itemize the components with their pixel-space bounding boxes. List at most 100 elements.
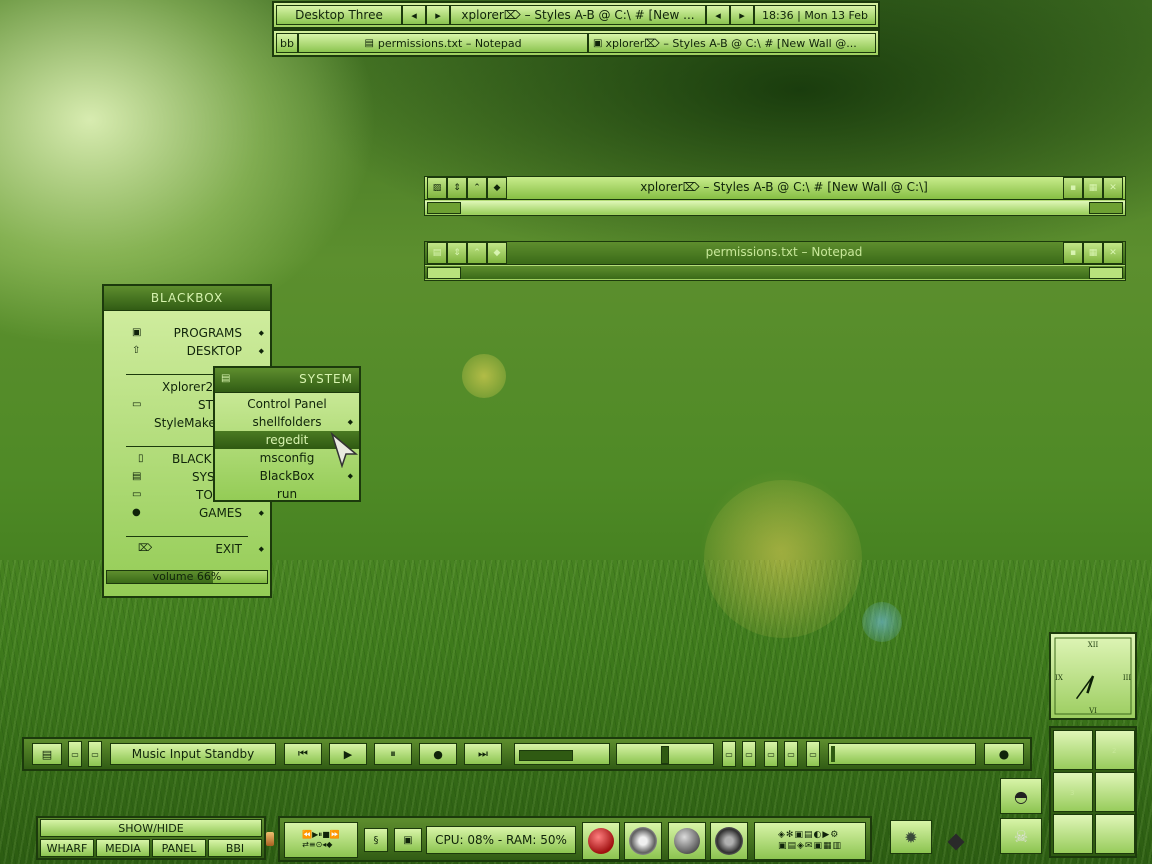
notepad-titlebar[interactable]: ▤ ⇕ ⌃ ◆ permissions.txt – Notepad ▪ ▦ ✕ xyxy=(425,242,1125,265)
dock-systray[interactable]: ◈✻▣▤◐▶⚙ ▣▤◈✉▣▦▥ xyxy=(754,822,866,860)
menu-item-label: GAMES xyxy=(198,506,242,520)
pause-icon: ⏸ xyxy=(390,747,396,760)
pager-desk-number: 2 xyxy=(1112,747,1117,755)
toolbar-window-title[interactable]: xplorer⌦ – Styles A-B @ C:\ # [New ... xyxy=(450,5,706,25)
media-toggle-g[interactable]: ▭ xyxy=(806,741,820,767)
tab-wharf[interactable]: WHARF xyxy=(40,839,94,857)
menu-item-exit[interactable]: ⌦ EXIT ◆ xyxy=(104,540,270,558)
media-toggle-b[interactable]: ▭ xyxy=(88,741,102,767)
tab-bbi[interactable]: BBI xyxy=(208,839,262,857)
dock-skull-button[interactable]: ☠ xyxy=(1000,818,1042,854)
submenu-item-shellfolders[interactable]: shellfolders ◆ xyxy=(215,413,359,431)
notepad-raise-button[interactable]: ⌃ xyxy=(467,242,487,264)
dock-disk-grey[interactable] xyxy=(668,822,706,860)
xplorer-handle[interactable] xyxy=(425,201,1125,214)
media-toggle-a[interactable]: ▭ xyxy=(68,741,82,767)
xplorer-titlebar[interactable]: ▨ ⇕ ⌃ ◆ xplorer⌦ – Styles A-B @ C:\ # [N… xyxy=(425,177,1125,200)
lens-flare-large xyxy=(704,480,862,638)
chevron-up-icon: ⌃ xyxy=(473,183,481,193)
media-volume-slider[interactable] xyxy=(616,743,714,765)
media-seek-slider[interactable] xyxy=(514,743,610,765)
xplorer-app-button[interactable]: ▨ xyxy=(427,177,447,199)
window-prev-button[interactable]: ◂ xyxy=(706,5,730,25)
alien-icon: ● xyxy=(132,507,141,518)
notepad-minimize-button[interactable]: ▪ xyxy=(1063,242,1083,264)
frame-icon: ▣ xyxy=(403,834,413,846)
toolbar-clock[interactable]: 18:36 | Mon 13 Feb xyxy=(754,5,876,25)
media-progress-bar[interactable] xyxy=(828,743,976,765)
xplorer-shade-button[interactable]: ⇕ xyxy=(447,177,467,199)
task-notepad[interactable]: ▤ permissions.txt – Notepad xyxy=(298,33,588,53)
media-prev-button[interactable]: ⏮ xyxy=(284,743,322,765)
pager-desk-2[interactable]: 2 xyxy=(1095,730,1135,770)
submenu-item-run[interactable]: run xyxy=(215,485,359,503)
media-pause-button[interactable]: ⏸ xyxy=(374,743,412,765)
tab-media[interactable]: MEDIA xyxy=(96,839,150,857)
media-toggle-f[interactable]: ▭ xyxy=(784,741,798,767)
notepad-grip-right[interactable] xyxy=(1089,267,1123,279)
media-stop-button[interactable]: ● xyxy=(419,743,457,765)
notepad-icon: ▤ xyxy=(364,37,374,49)
dock-disk-silver[interactable] xyxy=(624,822,662,860)
system-submenu-label: SYSTEM xyxy=(299,372,353,386)
window-next-button[interactable]: ▸ xyxy=(730,5,754,25)
dock-button-f[interactable]: ▣ xyxy=(394,828,422,852)
xplorer-raise-button[interactable]: ⌃ xyxy=(467,177,487,199)
volume-knob[interactable] xyxy=(661,746,669,764)
menu-item-programs[interactable]: ▣ PROGRAMS ◆ xyxy=(104,324,270,342)
dock-disk-dark[interactable] xyxy=(710,822,748,860)
disk-red-icon xyxy=(588,828,614,854)
menu-item-desktop[interactable]: ⇧ DESKTOP ◆ xyxy=(104,342,270,360)
xplorer-grip-right[interactable] xyxy=(1089,202,1123,214)
triangle-right-icon: ▸ xyxy=(739,8,745,22)
bottle-icon[interactable] xyxy=(266,832,274,846)
media-toggle-c[interactable]: ▭ xyxy=(722,741,736,767)
dock-gear-button[interactable]: ✹ xyxy=(890,820,932,854)
menu-item-games[interactable]: ● GAMES ◆ xyxy=(104,504,270,522)
volume-label: volume 66% xyxy=(152,570,222,583)
dock-button-s[interactable]: § xyxy=(364,828,388,852)
media-alien-button[interactable]: ● xyxy=(984,743,1024,765)
workspace-label[interactable]: Desktop Three xyxy=(276,5,402,25)
system-submenu-title[interactable]: ▤ SYSTEM xyxy=(215,368,359,393)
pager-desk-4[interactable] xyxy=(1095,772,1135,812)
play-icon: ▶ xyxy=(343,747,353,761)
notepad-app-button[interactable]: ▤ xyxy=(427,242,447,264)
dock-disk-red[interactable] xyxy=(582,822,620,860)
notepad-grip-left[interactable] xyxy=(427,267,461,279)
dock-helmet-button[interactable]: ◓ xyxy=(1000,778,1042,814)
media-next-button[interactable]: ⏭ xyxy=(464,743,502,765)
tab-panel[interactable]: PANEL xyxy=(152,839,206,857)
media-track-display[interactable]: Music Input Standby xyxy=(110,743,276,765)
root-menu-title[interactable]: BLACKBOX xyxy=(104,286,270,311)
notepad-shade-button[interactable]: ⇕ xyxy=(447,242,467,264)
pager-desk-1[interactable] xyxy=(1053,730,1093,770)
pager-desk-6[interactable] xyxy=(1095,814,1135,854)
clock-widget[interactable]: XII III VI IX xyxy=(1049,632,1137,720)
show-hide-button[interactable]: SHOW/HIDE xyxy=(40,819,262,837)
workspace-prev-button[interactable]: ◂ xyxy=(402,5,426,25)
xplorer-maximize-button[interactable]: ▦ xyxy=(1083,177,1103,199)
volume-slider[interactable]: volume 66% xyxy=(106,570,268,584)
xplorer-close-button[interactable]: ✕ xyxy=(1103,177,1123,199)
workspace-next-button[interactable]: ▸ xyxy=(426,5,450,25)
media-toggle-d[interactable]: ▭ xyxy=(742,741,756,767)
media-toggle-e[interactable]: ▭ xyxy=(764,741,778,767)
notepad-sticky-button[interactable]: ◆ xyxy=(487,242,507,264)
notepad-window: ▤ ⇕ ⌃ ◆ permissions.txt – Notepad ▪ ▦ ✕ xyxy=(424,241,1126,281)
pager-desk-5[interactable] xyxy=(1053,814,1093,854)
notepad-close-button[interactable]: ✕ xyxy=(1103,242,1123,264)
xplorer-grip-left[interactable] xyxy=(427,202,461,214)
pager-desk-3[interactable]: 3 xyxy=(1053,772,1093,812)
task-xplorer[interactable]: ▣ xplorer⌦ – Styles A-B @ C:\ # [New Wal… xyxy=(588,33,876,53)
window-icon: ▭ xyxy=(132,399,142,410)
submenu-item-control-panel[interactable]: Control Panel xyxy=(215,395,359,413)
notepad-handle[interactable] xyxy=(425,266,1125,279)
submenu-item-blackbox[interactable]: BlackBox ◆ xyxy=(215,467,359,485)
xplorer-sticky-button[interactable]: ◆ xyxy=(487,177,507,199)
media-play-button[interactable]: ▶ xyxy=(329,743,367,765)
media-menu-button[interactable]: ▤ xyxy=(32,743,62,765)
mini-controls[interactable]: ⏪▶⏸■⏩ ⇄≡⊙◂◆ xyxy=(284,822,358,858)
notepad-maximize-button[interactable]: ▦ xyxy=(1083,242,1103,264)
xplorer-minimize-button[interactable]: ▪ xyxy=(1063,177,1083,199)
